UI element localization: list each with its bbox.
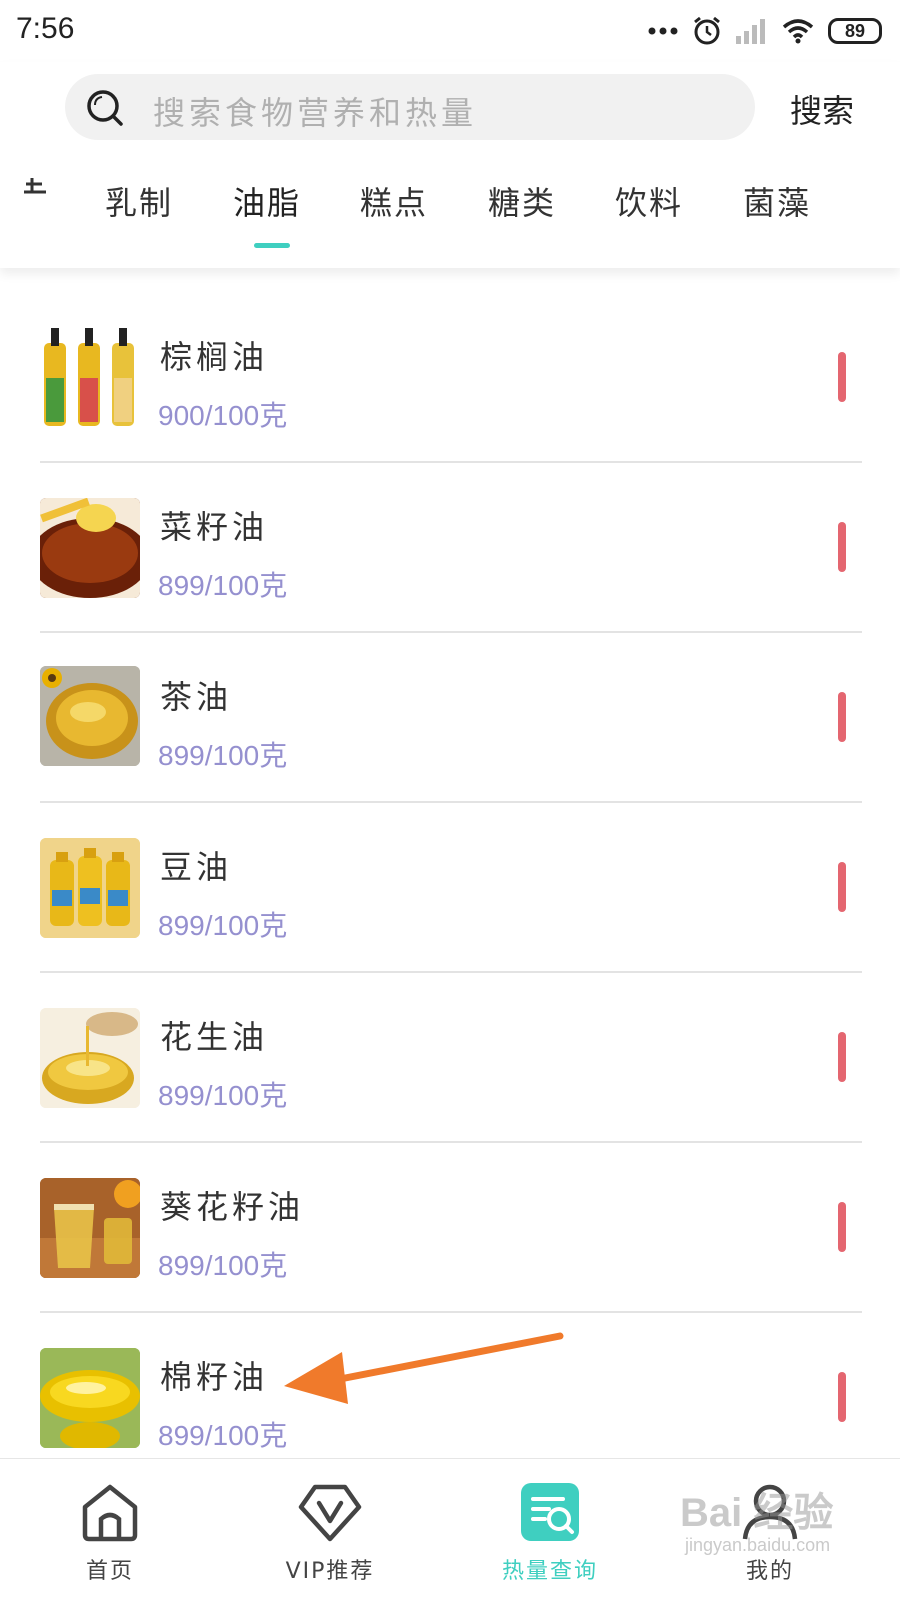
food-list: 棕榈油 900/100克 菜籽油 899/100克 茶油 899/100克 豆油… bbox=[0, 268, 900, 1458]
calorie-indicator-bar bbox=[838, 1202, 846, 1252]
search-icon bbox=[87, 90, 123, 126]
tab-drinks[interactable]: 饮料 bbox=[615, 178, 683, 224]
food-calories: 899/100克 bbox=[158, 910, 288, 941]
nav-label: 热量查询 bbox=[501, 1559, 598, 1584]
food-thumbnail bbox=[40, 1348, 140, 1448]
food-calories: 899/100克 bbox=[158, 1420, 288, 1451]
more-dots-icon bbox=[648, 27, 678, 35]
food-name: 豆油 bbox=[160, 848, 233, 886]
tab-fungi-algae[interactable]: 菌藻 bbox=[743, 178, 811, 224]
watermark-url: jingyan.baidu.com bbox=[685, 1535, 831, 1555]
tab-sugar[interactable]: 糖类 bbox=[488, 178, 556, 224]
battery-level: 89 bbox=[844, 20, 866, 41]
nav-vip[interactable]: VIP推荐 bbox=[240, 1459, 420, 1600]
calorie-indicator-bar bbox=[838, 1032, 846, 1082]
home-icon bbox=[82, 1484, 138, 1542]
food-calories: 899/100克 bbox=[158, 740, 288, 771]
header: 搜索食物营养和热量 搜索 乳制 油脂 糕点 糖类 饮料 菌藻 bbox=[0, 62, 900, 268]
food-name: 花生油 bbox=[160, 1018, 269, 1056]
food-calories: 899/100克 bbox=[158, 570, 288, 601]
food-name: 棕榈油 bbox=[160, 338, 269, 376]
search-input[interactable]: 搜索食物营养和热量 bbox=[65, 74, 755, 140]
nav-home[interactable]: 首页 bbox=[20, 1459, 200, 1600]
list-item[interactable]: 豆油 899/100克 bbox=[0, 828, 900, 1001]
food-thumbnail bbox=[40, 838, 140, 938]
list-item[interactable]: 棕榈油 900/100克 bbox=[0, 318, 900, 491]
food-thumbnail bbox=[40, 666, 140, 766]
tab-pastry[interactable]: 糕点 bbox=[360, 178, 428, 224]
nav-label: 我的 bbox=[745, 1559, 794, 1584]
calorie-search-icon bbox=[521, 1483, 579, 1541]
list-item[interactable]: 葵花籽油 899/100克 bbox=[0, 1168, 900, 1341]
food-thumbnail bbox=[40, 1008, 140, 1108]
food-name: 棉籽油 bbox=[160, 1358, 269, 1396]
active-tab-indicator bbox=[254, 243, 290, 248]
signal-icon bbox=[736, 19, 765, 44]
food-name: 茶油 bbox=[160, 678, 233, 716]
status-time: 7:56 bbox=[16, 12, 75, 45]
food-calories: 899/100克 bbox=[158, 1080, 288, 1111]
divider bbox=[40, 971, 862, 973]
search-placeholder: 搜索食物营养和热量 bbox=[153, 94, 478, 132]
nav-calorie-search[interactable]: 热量查询 bbox=[460, 1459, 640, 1600]
vip-icon bbox=[298, 1484, 362, 1542]
food-thumbnail bbox=[40, 1178, 140, 1278]
tab-dairy[interactable]: 乳制 bbox=[105, 178, 173, 224]
category-tabs: 乳制 油脂 糕点 糖类 饮料 菌藻 bbox=[0, 174, 900, 254]
food-name: 菜籽油 bbox=[160, 508, 269, 546]
food-thumbnail bbox=[40, 498, 140, 598]
watermark-brand: Bai 经验 bbox=[680, 1491, 834, 1535]
list-item[interactable]: 花生油 899/100克 bbox=[0, 998, 900, 1171]
divider bbox=[40, 1141, 862, 1143]
battery-icon: 89 bbox=[828, 18, 882, 44]
wifi-icon bbox=[782, 19, 814, 44]
calorie-indicator-bar bbox=[838, 862, 846, 912]
status-bar: 7:56 89 bbox=[0, 0, 900, 62]
search-button[interactable]: 搜索 bbox=[790, 86, 854, 132]
list-item[interactable]: 菜籽油 899/100克 bbox=[0, 488, 900, 661]
divider bbox=[40, 631, 862, 633]
alarm-icon bbox=[694, 16, 720, 45]
divider bbox=[40, 801, 862, 803]
nav-label: VIP推荐 bbox=[285, 1559, 375, 1584]
food-calories: 899/100克 bbox=[158, 1250, 288, 1281]
list-item[interactable]: 茶油 899/100克 bbox=[0, 658, 900, 831]
calorie-indicator-bar bbox=[838, 352, 846, 402]
tab-oils[interactable]: 油脂 bbox=[233, 178, 301, 224]
nav-label: 首页 bbox=[85, 1559, 134, 1584]
annotation-arrow bbox=[284, 1332, 564, 1404]
food-name: 葵花籽油 bbox=[160, 1188, 305, 1226]
calorie-indicator-bar bbox=[838, 522, 846, 572]
calorie-indicator-bar bbox=[838, 692, 846, 742]
food-thumbnail bbox=[40, 328, 140, 428]
divider bbox=[40, 1311, 862, 1313]
calorie-indicator-bar bbox=[838, 1372, 846, 1422]
status-icons: 89 bbox=[648, 14, 882, 48]
divider bbox=[40, 461, 862, 463]
food-calories: 900/100克 bbox=[158, 400, 288, 431]
